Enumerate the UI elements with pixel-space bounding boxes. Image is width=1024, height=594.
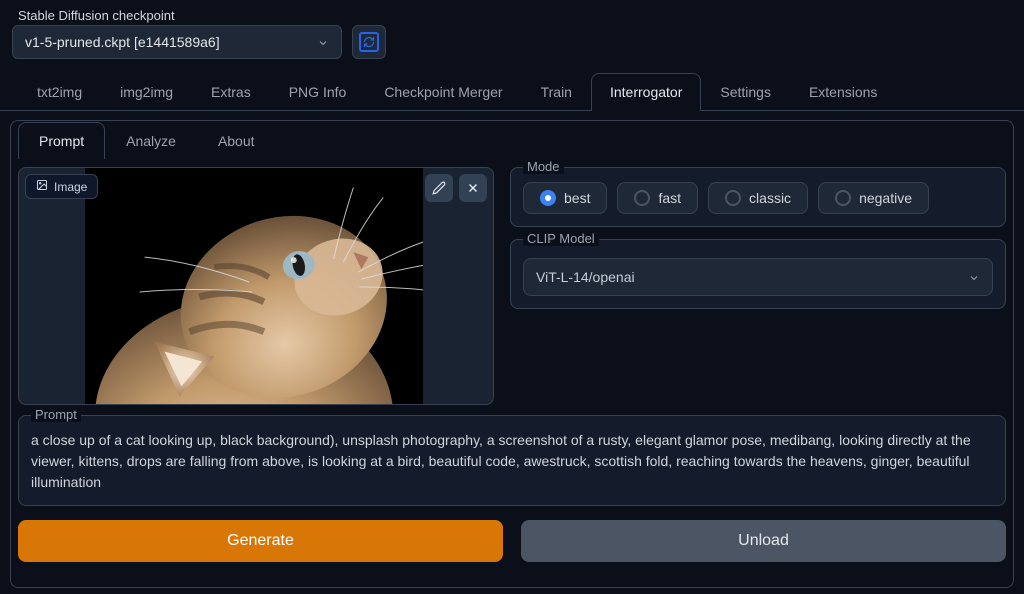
pencil-icon xyxy=(432,181,446,195)
main-tabs: txt2imgimg2imgExtrasPNG InfoCheckpoint M… xyxy=(0,65,1024,110)
mode-option-fast[interactable]: fast xyxy=(617,182,698,214)
close-icon xyxy=(466,181,480,195)
mode-option-label: negative xyxy=(859,190,912,206)
image-badge: Image xyxy=(25,174,98,199)
radio-icon xyxy=(540,190,556,206)
tab-settings[interactable]: Settings xyxy=(701,73,790,110)
mode-option-label: fast xyxy=(658,190,681,206)
image-input[interactable]: Image xyxy=(18,167,494,405)
tab-train[interactable]: Train xyxy=(522,73,591,110)
clip-model-select[interactable]: ViT-L-14/openai xyxy=(523,258,993,296)
sub-tabs: PromptAnalyzeAbout xyxy=(18,122,1006,159)
chevron-down-icon xyxy=(968,271,980,283)
unload-button[interactable]: Unload xyxy=(521,520,1006,562)
subtab-prompt[interactable]: Prompt xyxy=(18,122,105,159)
content-row: Image xyxy=(18,167,1006,405)
topbar: Stable Diffusion checkpoint v1-5-pruned.… xyxy=(0,0,1024,65)
mode-label: Mode xyxy=(523,159,564,174)
image-icon xyxy=(36,179,48,194)
checkpoint-select[interactable]: v1-5-pruned.ckpt [e1441589a6] xyxy=(12,25,342,59)
tab-png-info[interactable]: PNG Info xyxy=(270,73,366,110)
subtab-analyze[interactable]: Analyze xyxy=(105,122,197,159)
clip-model-value: ViT-L-14/openai xyxy=(536,269,635,285)
clip-model-label: CLIP Model xyxy=(523,231,599,246)
mode-option-label: best xyxy=(564,190,590,206)
clip-model-fieldset: CLIP Model ViT-L-14/openai xyxy=(510,239,1006,309)
mode-option-best[interactable]: best xyxy=(523,182,607,214)
left-column: Image xyxy=(18,167,494,405)
reload-icon xyxy=(359,32,379,52)
interrogator-panel: PromptAnalyzeAbout Image xyxy=(0,110,1024,576)
button-row: Generate Unload xyxy=(18,520,1006,562)
generate-button[interactable]: Generate xyxy=(18,520,503,562)
radio-icon xyxy=(835,190,851,206)
tab-img2img[interactable]: img2img xyxy=(101,73,192,110)
tab-checkpoint-merger[interactable]: Checkpoint Merger xyxy=(365,73,521,110)
mode-option-classic[interactable]: classic xyxy=(708,182,808,214)
uploaded-image xyxy=(85,168,423,404)
reload-checkpoint-button[interactable] xyxy=(352,25,386,59)
right-column: Mode bestfastclassicnegative CLIP Model … xyxy=(510,167,1006,405)
checkpoint-wrap: Stable Diffusion checkpoint v1-5-pruned.… xyxy=(12,8,386,59)
prompt-output[interactable]: a close up of a cat looking up, black ba… xyxy=(31,430,993,493)
mode-fieldset: Mode bestfastclassicnegative xyxy=(510,167,1006,227)
image-actions xyxy=(425,174,487,202)
chevron-down-icon xyxy=(317,36,329,48)
prompt-label: Prompt xyxy=(31,407,81,422)
mode-option-label: classic xyxy=(749,190,791,206)
edit-image-button[interactable] xyxy=(425,174,453,202)
clear-image-button[interactable] xyxy=(459,174,487,202)
checkpoint-label: Stable Diffusion checkpoint xyxy=(18,8,386,23)
mode-radio-row: best fast classic negative xyxy=(523,182,993,214)
subtab-about[interactable]: About xyxy=(197,122,276,159)
tab-txt2img[interactable]: txt2img xyxy=(18,73,101,110)
radio-icon xyxy=(725,190,741,206)
checkpoint-value: v1-5-pruned.ckpt [e1441589a6] xyxy=(25,34,220,50)
tab-interrogator[interactable]: Interrogator xyxy=(591,73,701,110)
prompt-fieldset: Prompt a close up of a cat looking up, b… xyxy=(18,415,1006,506)
mode-option-negative[interactable]: negative xyxy=(818,182,929,214)
tab-extensions[interactable]: Extensions xyxy=(790,73,896,110)
tab-extras[interactable]: Extras xyxy=(192,73,270,110)
radio-icon xyxy=(634,190,650,206)
image-badge-label: Image xyxy=(54,180,87,194)
